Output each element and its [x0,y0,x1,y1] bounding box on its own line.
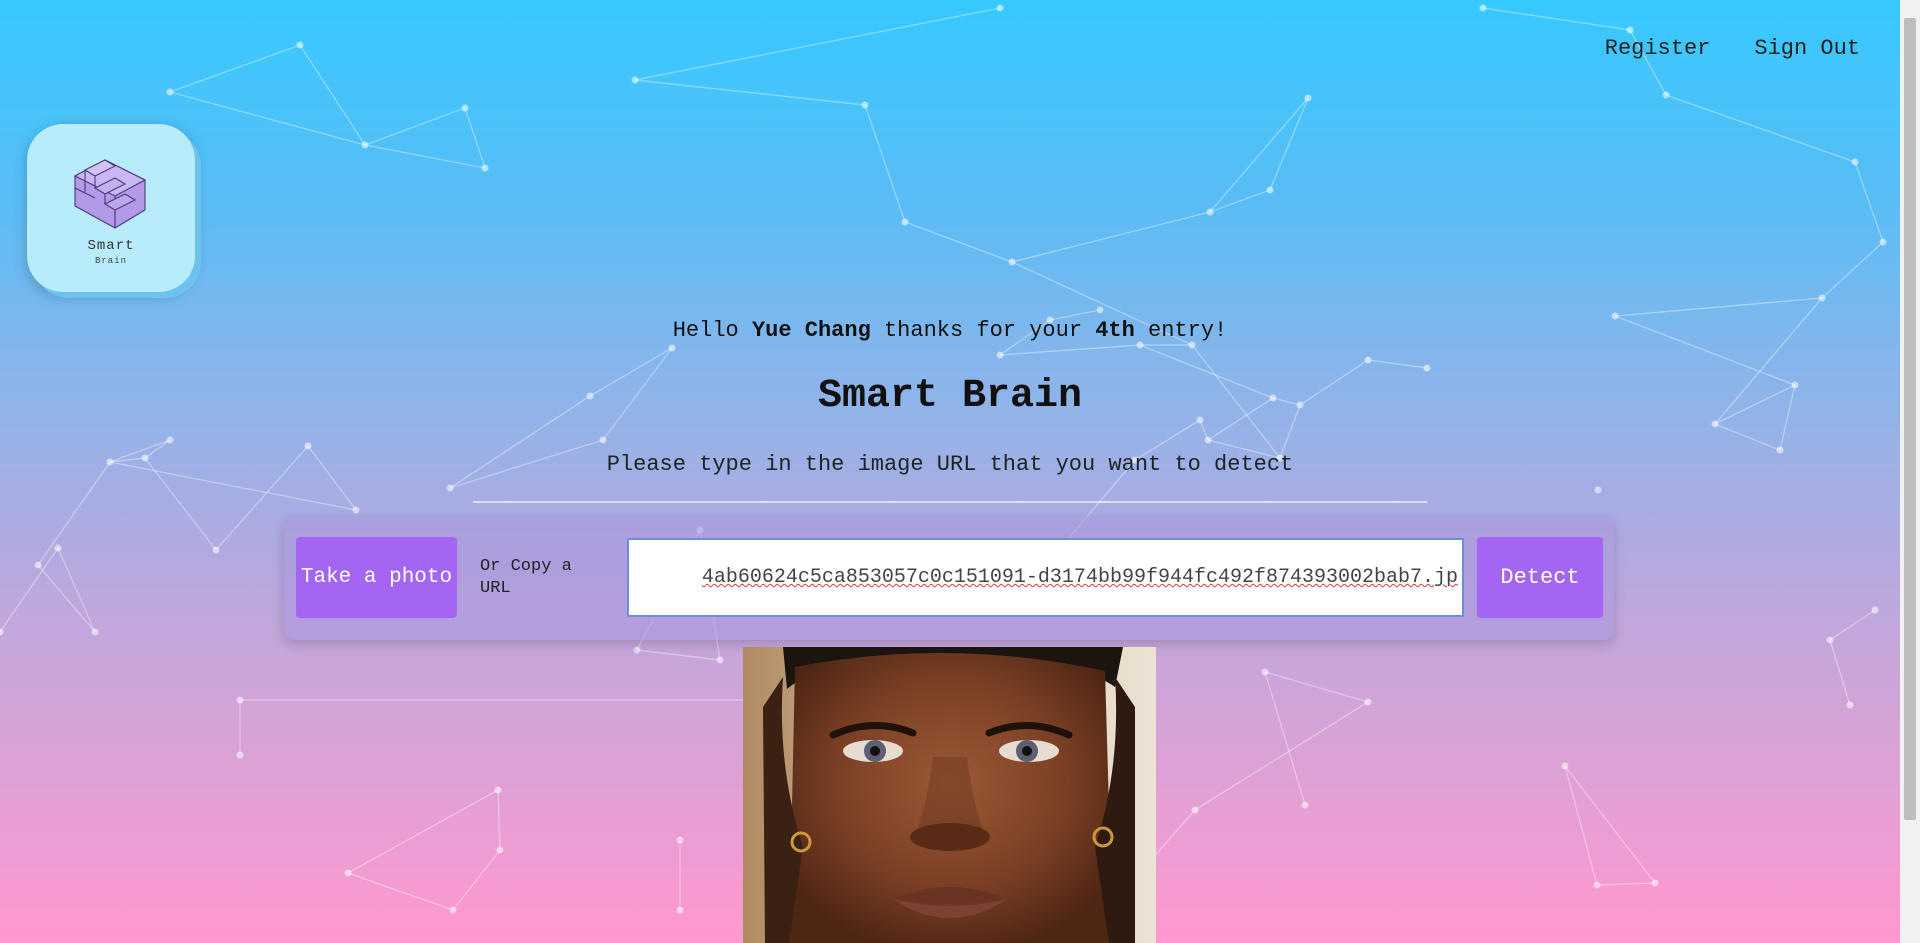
url-form-panel: Take a photo Or Copy a URL 4ab60624c5ca8… [284,516,1614,640]
page-title: Smart Brain [817,374,1083,419]
detect-button[interactable]: Detect [1477,537,1603,618]
entry-count: 4th [1095,318,1135,343]
logo-subtitle: Brain [94,256,127,266]
top-nav: Register Sign Out [1605,36,1860,61]
greeting-middle: thanks for your [870,318,1096,343]
greeting-prefix: Hello [672,318,752,343]
image-url-input[interactable]: 4ab60624c5ca853057c0c151091-d3174bb99f94… [627,538,1464,617]
greeting-suffix: entry! [1134,318,1228,343]
face-photo-illustration [743,647,1156,943]
detected-face-image [743,647,1156,943]
logo-card[interactable]: Smart Brain [27,124,195,292]
logo-name: Smart [87,238,135,254]
isometric-cube-stairs-icon [73,159,147,229]
sign-out-link[interactable]: Sign Out [1754,36,1860,61]
take-photo-button[interactable]: Take a photo [296,537,457,618]
divider [473,501,1427,503]
page-scrollbar[interactable] [1900,0,1920,943]
or-copy-url-label: Or Copy a URL [480,557,572,598]
greeting-text: Hello Yue Chang thanks for your 4th entr… [0,318,1900,343]
instruction-text: Please type in the image URL that you wa… [606,452,1294,477]
scrollbar-thumb[interactable] [1904,18,1916,820]
url-input-value: 4ab60624c5ca853057c0c151091-d3174bb99f94… [701,566,1458,589]
register-link[interactable]: Register [1605,36,1711,61]
user-name: Yue Chang [751,318,871,343]
